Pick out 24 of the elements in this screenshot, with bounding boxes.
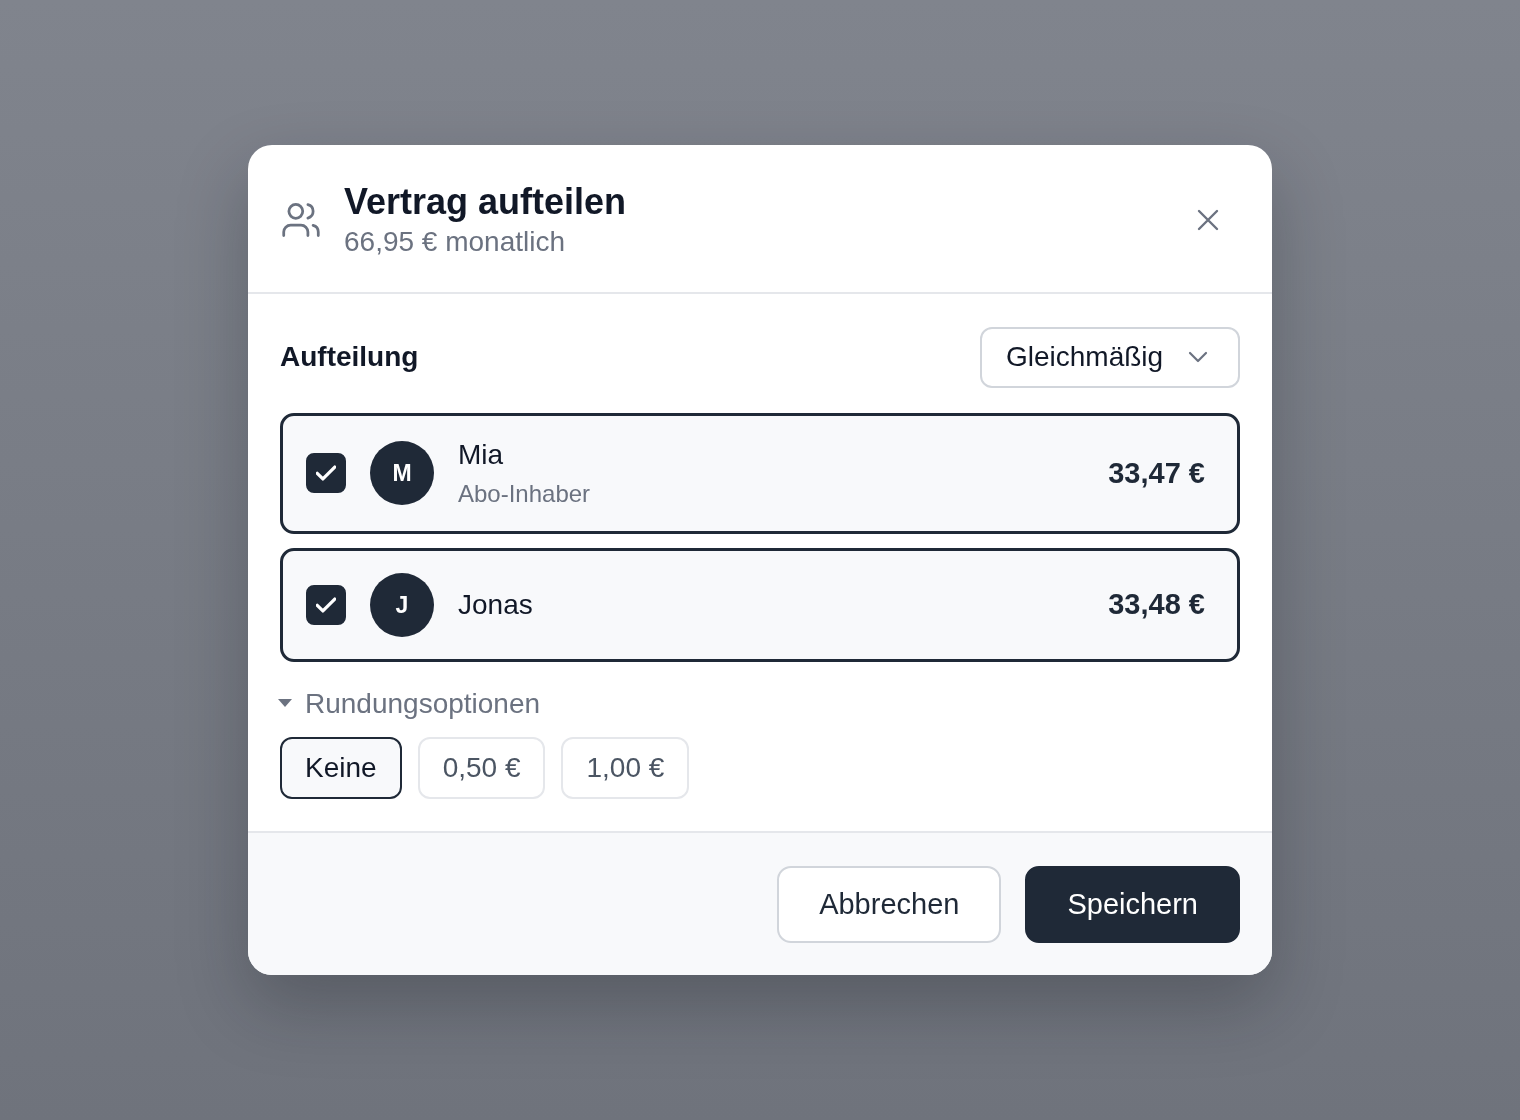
check-icon (316, 465, 336, 482)
chevron-down-icon (1188, 351, 1208, 364)
cancel-button[interactable]: Abbrechen (777, 866, 1002, 943)
check-icon (316, 597, 336, 613)
close-icon (1196, 207, 1220, 232)
save-button[interactable]: Speichern (1025, 866, 1240, 943)
section-label: Aufteilung (280, 340, 419, 375)
participant-name: Jonas (458, 588, 534, 622)
rounding-option[interactable]: 1,00 € (561, 737, 690, 799)
rounding-option[interactable]: 0,50 € (417, 737, 546, 799)
avatar: M (370, 441, 434, 506)
split-mode-dropdown[interactable]: Gleichmäßig (980, 326, 1240, 388)
amount: 33,47 € (1108, 455, 1205, 491)
rounding-options-toggle[interactable]: Rundungsoptionen (278, 688, 541, 719)
participant-name: Mia (458, 437, 505, 472)
users-icon (282, 200, 320, 239)
checkbox[interactable] (306, 585, 346, 625)
rounding-option[interactable]: Keine (280, 737, 402, 799)
avatar: J (370, 573, 434, 637)
dialog-subtitle: 66,95 € monatlich (344, 226, 567, 259)
amount: 33,48 € (1108, 587, 1205, 623)
checkbox[interactable] (306, 453, 346, 494)
dialog-title: Vertrag aufteilen (344, 181, 628, 223)
participant-role: Abo-Inhaber (458, 480, 592, 509)
